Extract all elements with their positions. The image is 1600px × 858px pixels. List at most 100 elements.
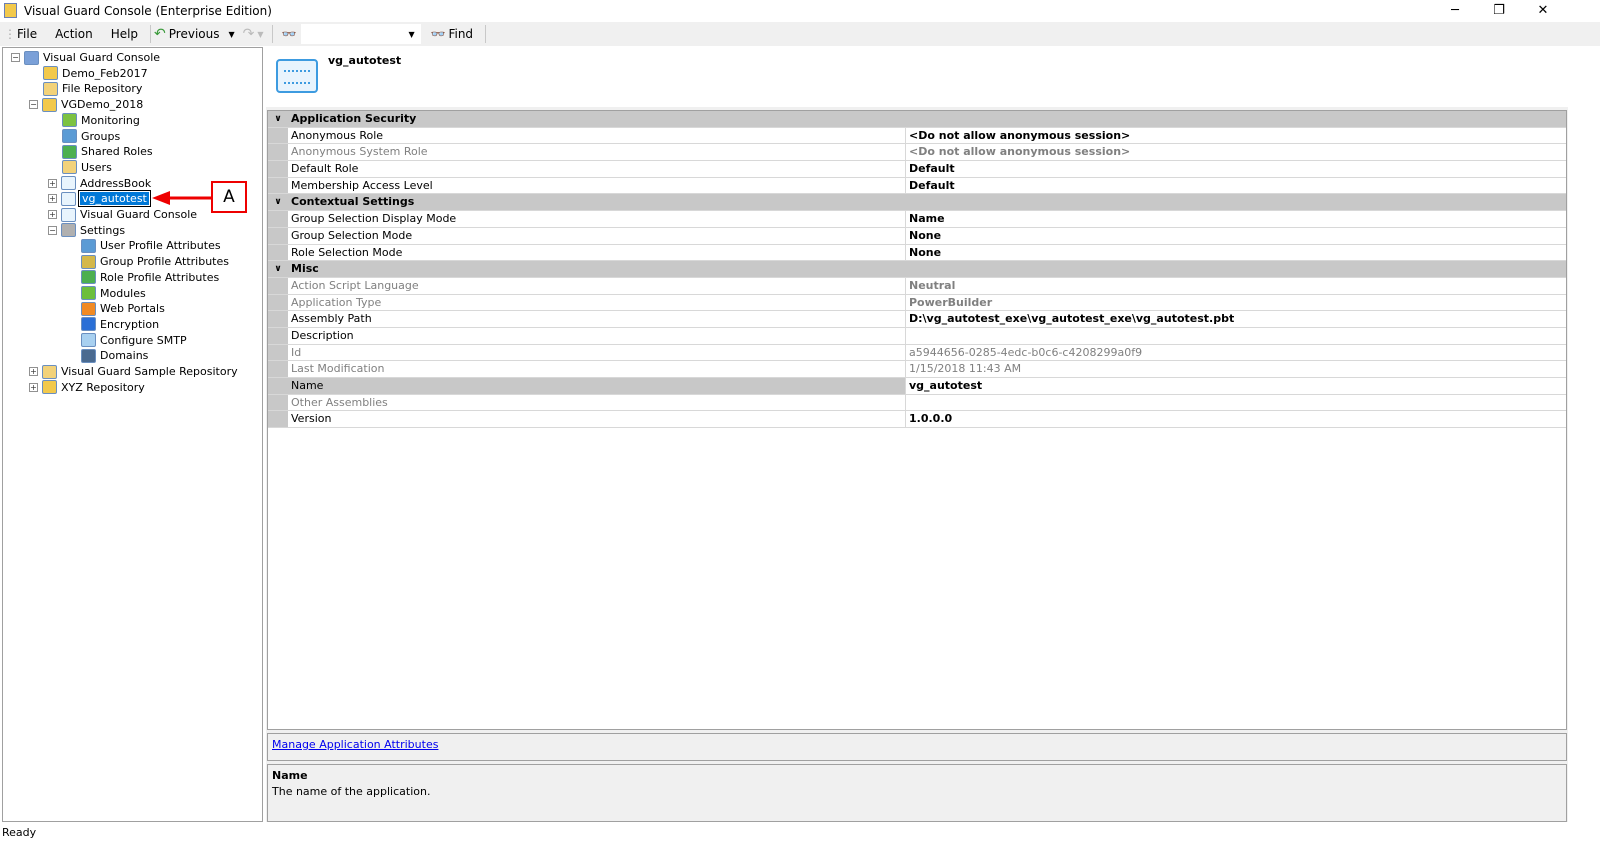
- property-row[interactable]: Name vg_autotest: [268, 378, 1566, 395]
- tree-node[interactable]: Web Portals: [81, 301, 165, 316]
- tree-node-icon: [62, 160, 77, 175]
- menu-file[interactable]: File: [8, 23, 46, 45]
- category-row[interactable]: ∨ Misc: [268, 261, 1566, 278]
- binoculars-icon[interactable]: 👓: [282, 27, 297, 41]
- property-row[interactable]: Action Script Language Neutral: [268, 277, 1566, 295]
- tree-node-icon: [81, 348, 96, 363]
- description-text: The name of the application.: [272, 785, 431, 798]
- tree-node[interactable]: Groups: [62, 129, 120, 144]
- property-row[interactable]: Other Assemblies: [268, 394, 1566, 412]
- chevron-down-icon[interactable]: ∨: [268, 111, 288, 127]
- tree-node-label: Visual Guard Console: [43, 51, 161, 64]
- property-row[interactable]: Group Selection Display Mode Name: [268, 211, 1566, 228]
- expand-icon[interactable]: +: [48, 210, 57, 219]
- property-value[interactable]: Default: [906, 161, 1566, 177]
- tree-node[interactable]: Encryption: [81, 317, 159, 332]
- property-name: Anonymous System Role: [288, 144, 906, 161]
- property-value[interactable]: None: [906, 245, 1566, 261]
- expand-icon[interactable]: +: [48, 178, 57, 188]
- property-row[interactable]: Group Selection Mode None: [268, 227, 1566, 245]
- close-button[interactable]: ✕: [1520, 0, 1566, 22]
- property-name: Id: [288, 344, 906, 361]
- tree-node[interactable]: Monitoring: [62, 113, 140, 128]
- property-value[interactable]: Neutral: [906, 278, 1566, 294]
- navigation-tree[interactable]: − Visual Guard Console Demo_Feb2017 File Re…: [2, 47, 263, 822]
- category-row[interactable]: ∨ Application Security: [268, 111, 1566, 128]
- property-row[interactable]: Assembly Path D:\vg_autotest_exe\vg_autot…: [268, 311, 1566, 328]
- tree-node[interactable]: + Visual Guard Console: [48, 207, 197, 222]
- tree-node[interactable]: + vg_autotest: [48, 190, 151, 208]
- chevron-down-icon[interactable]: ∨: [268, 194, 288, 210]
- property-name: Other Assemblies: [288, 394, 906, 411]
- property-value[interactable]: <Do not allow anonymous session>: [906, 128, 1566, 144]
- expand-icon[interactable]: +: [29, 367, 38, 376]
- property-value[interactable]: None: [906, 228, 1566, 244]
- row-gutter: [268, 244, 288, 261]
- row-gutter: [268, 361, 288, 377]
- tree-node[interactable]: − Settings: [48, 223, 125, 238]
- description-pane: Name The name of the application.: [267, 764, 1567, 822]
- category-row[interactable]: ∨ Contextual Settings: [268, 194, 1566, 212]
- expand-icon[interactable]: +: [29, 382, 38, 392]
- tree-node[interactable]: User Profile Attributes: [81, 238, 221, 253]
- property-row[interactable]: Default Role Default: [268, 161, 1566, 178]
- tree-node[interactable]: Modules: [81, 286, 146, 301]
- tree-node[interactable]: + Visual Guard Sample Repository: [29, 364, 238, 379]
- property-row[interactable]: Description: [268, 327, 1566, 345]
- property-row[interactable]: Anonymous Role <Do not allow anonymous se…: [268, 127, 1566, 145]
- property-value[interactable]: PowerBuilder: [906, 295, 1566, 311]
- property-name: Assembly Path: [288, 311, 906, 327]
- collapse-icon[interactable]: −: [48, 225, 57, 235]
- property-row[interactable]: Anonymous System Role <Do not allow anony…: [268, 144, 1566, 162]
- property-row[interactable]: Version 1.0.0.0: [268, 411, 1566, 429]
- tree-node[interactable]: + XYZ Repository: [29, 380, 145, 395]
- property-value[interactable]: a5944656-0285-4edc-b0c6-c4208299a0f9: [906, 345, 1566, 361]
- find-dropdown-icon[interactable]: ▼: [409, 30, 421, 39]
- tree-node[interactable]: File Repository: [43, 81, 142, 96]
- tree-node[interactable]: Group Profile Attributes: [81, 254, 229, 269]
- menu-help[interactable]: Help: [102, 23, 147, 45]
- property-row[interactable]: Role Selection Mode None: [268, 244, 1566, 262]
- tree-node-icon: [42, 97, 57, 112]
- property-value[interactable]: vg_autotest: [906, 378, 1566, 394]
- tree-node[interactable]: Role Profile Attributes: [81, 270, 219, 285]
- chevron-down-icon[interactable]: ∨: [268, 261, 288, 277]
- property-row[interactable]: Application Type PowerBuilder: [268, 294, 1566, 312]
- restore-button[interactable]: ❐: [1476, 0, 1522, 22]
- property-row[interactable]: Last Modification 1/15/2018 11:43 AM: [268, 361, 1566, 378]
- property-value[interactable]: D:\vg_autotest_exe\vg_autotest_exe\vg_au…: [906, 311, 1566, 327]
- tree-node-label: Groups: [81, 129, 121, 143]
- previous-dropdown-icon[interactable]: ▼: [229, 30, 235, 39]
- expand-icon[interactable]: +: [48, 194, 57, 204]
- tree-node[interactable]: Users: [62, 160, 112, 175]
- tree-node[interactable]: Configure SMTP: [81, 333, 187, 348]
- tree-node-label: Role Profile Attributes: [100, 270, 220, 284]
- collapse-icon[interactable]: −: [29, 100, 38, 110]
- property-value[interactable]: Default: [906, 178, 1566, 194]
- property-row[interactable]: Id a5944656-0285-4edc-b0c6-c4208299a0f9: [268, 344, 1566, 362]
- tree-node[interactable]: − VGDemo_2018: [29, 97, 143, 112]
- tree-node[interactable]: Domains: [81, 348, 148, 363]
- previous-button[interactable]: Previous: [166, 23, 229, 45]
- minimize-button[interactable]: ─: [1432, 0, 1478, 22]
- find-input[interactable]: [300, 24, 421, 44]
- tree-node[interactable]: Demo_Feb2017: [43, 66, 148, 81]
- forward-dropdown-icon[interactable]: ▼: [257, 30, 263, 39]
- collapse-icon[interactable]: −: [11, 53, 20, 62]
- property-value[interactable]: [906, 395, 1566, 411]
- forward-arrow-icon[interactable]: ↷: [243, 26, 255, 42]
- manage-attributes-link[interactable]: Manage Application Attributes: [272, 738, 438, 751]
- property-grid[interactable]: ∨ Application Security Anonymous Role <Do n…: [267, 110, 1567, 730]
- property-value[interactable]: 1/15/2018 11:43 AM: [906, 361, 1566, 377]
- toolbar: ⋮ File Action Help ↶ Previous ▼ ↷ ▼ 👓 ▼ …: [0, 22, 1600, 46]
- property-value[interactable]: [906, 328, 1566, 344]
- property-row[interactable]: Membership Access Level Default: [268, 177, 1566, 195]
- tree-node[interactable]: + AddressBook: [48, 176, 151, 191]
- property-value[interactable]: <Do not allow anonymous session>: [906, 144, 1566, 160]
- tree-node[interactable]: − Visual Guard Console: [11, 50, 160, 65]
- property-value[interactable]: 1.0.0.0: [906, 411, 1566, 427]
- find-button[interactable]: Find: [445, 23, 482, 45]
- tree-node[interactable]: Shared Roles: [62, 144, 153, 159]
- menu-action[interactable]: Action: [46, 23, 102, 45]
- property-value[interactable]: Name: [906, 211, 1566, 227]
